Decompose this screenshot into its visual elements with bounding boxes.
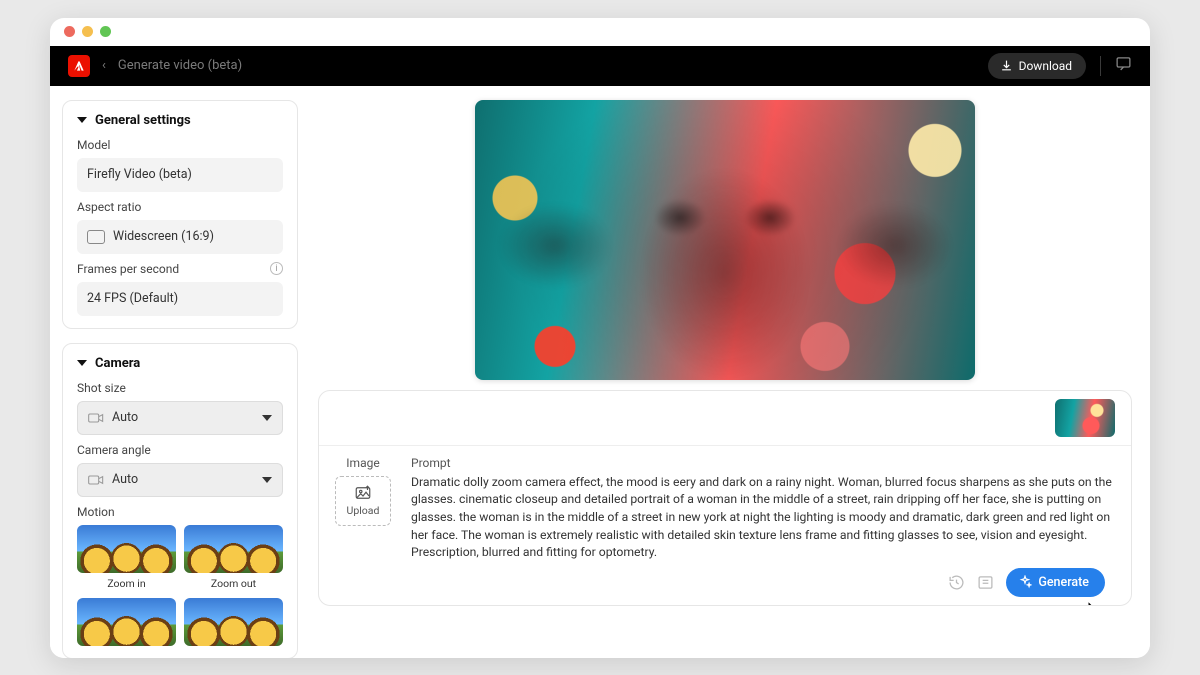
motion-thumb [184, 598, 283, 646]
adobe-logo[interactable] [68, 55, 90, 77]
download-label: Download [1019, 59, 1072, 73]
download-icon [1000, 59, 1013, 72]
camera-panel: Camera Shot size Auto Camera angle Auto … [62, 343, 298, 658]
motion-option-zoom-in[interactable]: Zoom in [77, 525, 176, 590]
camera-angle-value: Auto [112, 472, 138, 487]
fps-value: 24 FPS (Default) [87, 291, 178, 306]
window-minimize-dot[interactable] [82, 26, 93, 37]
generate-button[interactable]: Generate [1006, 568, 1105, 597]
mac-titlebar [50, 18, 1150, 46]
app-window: ‹ Generate video (beta) Download General… [50, 18, 1150, 658]
shot-size-value: Auto [112, 410, 138, 425]
motion-caption: Zoom out [211, 577, 256, 590]
motion-thumb [77, 525, 176, 573]
fps-select[interactable]: 24 FPS (Default) [77, 282, 283, 316]
camera-title: Camera [95, 356, 140, 371]
main-area: Image Upload Prompt Dramatic dolly zoom … [310, 86, 1150, 658]
motion-caption: Zoom in [107, 577, 145, 590]
motion-option-extra-1[interactable] [77, 598, 176, 646]
motion-thumb [77, 598, 176, 646]
info-icon[interactable]: i [270, 262, 283, 275]
aspect-ratio-select[interactable]: Widescreen (16:9) [77, 220, 283, 254]
shot-size-label: Shot size [77, 381, 283, 395]
fps-label-text: Frames per second [77, 262, 179, 276]
general-settings-title: General settings [95, 113, 191, 128]
settings-sliders-icon[interactable] [977, 574, 994, 591]
general-settings-header[interactable]: General settings [77, 113, 283, 128]
aspect-rect-icon [87, 230, 105, 244]
model-value: Firefly Video (beta) [87, 167, 192, 182]
download-button[interactable]: Download [988, 53, 1086, 79]
shot-size-select[interactable]: Auto [77, 401, 283, 435]
upload-label: Upload [347, 504, 380, 517]
camera-angle-select[interactable]: Auto [77, 463, 283, 497]
image-upload-column: Image Upload [331, 456, 395, 562]
window-zoom-dot[interactable] [100, 26, 111, 37]
motion-option-zoom-out[interactable]: Zoom out [184, 525, 283, 590]
camera-angle-label: Camera angle [77, 443, 283, 457]
window-close-dot[interactable] [64, 26, 75, 37]
motion-thumb [184, 525, 283, 573]
camera-icon [88, 412, 104, 424]
page-title: Generate video (beta) [118, 58, 242, 73]
generate-label: Generate [1038, 575, 1089, 590]
aspect-ratio-label: Aspect ratio [77, 200, 283, 214]
top-bar: ‹ Generate video (beta) Download [50, 46, 1150, 86]
feedback-icon[interactable] [1115, 55, 1132, 76]
fps-label: Frames per second i [77, 262, 283, 276]
prompt-card: Image Upload Prompt Dramatic dolly zoom … [318, 390, 1132, 606]
reference-thumb-row [319, 391, 1131, 445]
motion-grid: Zoom in Zoom out [77, 525, 283, 646]
history-icon[interactable] [948, 574, 965, 591]
back-chevron-icon[interactable]: ‹ [102, 58, 106, 73]
sparkle-icon [1018, 575, 1032, 589]
motion-label: Motion [77, 505, 283, 519]
reference-thumbnail[interactable] [1055, 399, 1115, 437]
action-row: Generate [319, 568, 1131, 605]
model-label: Model [77, 138, 283, 152]
video-preview[interactable] [475, 100, 975, 380]
content-area: General settings Model Firefly Video (be… [50, 86, 1150, 658]
model-select[interactable]: Firefly Video (beta) [77, 158, 283, 192]
upload-image-icon [353, 484, 373, 502]
aspect-ratio-value: Widescreen (16:9) [113, 229, 214, 244]
prompt-column: Prompt Dramatic dolly zoom camera effect… [411, 456, 1115, 562]
prompt-textarea[interactable]: Dramatic dolly zoom camera effect, the m… [411, 474, 1115, 562]
camera-icon [88, 474, 104, 486]
preview-container [318, 100, 1132, 380]
upload-button[interactable]: Upload [335, 476, 391, 526]
settings-sidebar: General settings Model Firefly Video (be… [50, 86, 310, 658]
general-settings-panel: General settings Model Firefly Video (be… [62, 100, 298, 329]
image-column-label: Image [346, 456, 379, 470]
topbar-divider [1100, 56, 1101, 76]
motion-option-extra-2[interactable] [184, 598, 283, 646]
chevron-down-icon [77, 360, 87, 366]
chevron-down-icon [262, 477, 272, 483]
chevron-down-icon [262, 415, 272, 421]
chevron-down-icon [77, 117, 87, 123]
camera-header[interactable]: Camera [77, 356, 283, 371]
prompt-column-label: Prompt [411, 456, 1115, 470]
